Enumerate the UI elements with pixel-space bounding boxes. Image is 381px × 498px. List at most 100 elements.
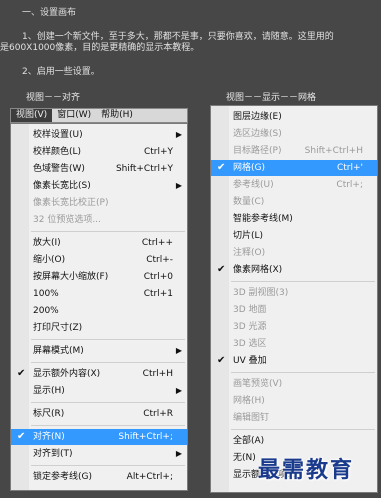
menu-separator bbox=[31, 402, 185, 403]
view-menu-item-14[interactable]: 显示(H) ▶ bbox=[11, 383, 187, 399]
menu-separator bbox=[31, 362, 185, 363]
show-menu-item-2: 目标路径(P) Shift+Ctrl+H bbox=[211, 143, 377, 159]
view-menu-item-6[interactable]: 放大(I) Ctrl++ bbox=[11, 235, 187, 251]
show-menu-item-6[interactable]: 智能参考线(M) bbox=[211, 211, 377, 227]
menu-item-shortcut: Shift+Ctrl+H bbox=[304, 146, 363, 156]
menu-window[interactable]: 窗口(W) bbox=[52, 109, 96, 122]
show-menu-item-16: 网格(H) bbox=[211, 393, 377, 409]
view-menu-item-13[interactable]: ✔ 显示额外内容(X) Ctrl+H bbox=[11, 366, 187, 382]
menu-item-label: 3D 地面 bbox=[233, 305, 267, 315]
show-menu-item-13: 3D 选区 bbox=[211, 336, 377, 352]
menu-separator bbox=[231, 429, 375, 430]
show-menu-item-11: 3D 地面 bbox=[211, 302, 377, 318]
menu-separator bbox=[231, 372, 375, 373]
menu-item-label: UV 叠加 bbox=[233, 356, 267, 366]
menu-item-label: 校样颜色(L) bbox=[33, 147, 82, 157]
menu-item-label: 200% bbox=[33, 306, 59, 316]
menu-item-shortcut: Ctrl+' bbox=[336, 163, 363, 173]
menu-item-label: 打印尺寸(Z) bbox=[33, 323, 83, 333]
menu-item-shortcut: Ctrl++ bbox=[141, 238, 173, 248]
menu-separator bbox=[31, 465, 185, 466]
show-menu-item-18[interactable]: 全部(A) bbox=[211, 433, 377, 449]
show-menu-item-1: 选区边缘(S) bbox=[211, 126, 377, 142]
view-menu-item-17[interactable]: 对齐到(T) ▶ bbox=[11, 446, 187, 462]
view-menu-item-1[interactable]: 校样颜色(L) Ctrl+Y bbox=[11, 144, 187, 160]
show-menu-item-4: 参考线(U) Ctrl+; bbox=[211, 177, 377, 193]
view-menu-item-9[interactable]: 100% Ctrl+1 bbox=[11, 286, 187, 302]
view-menu-item-4: 像素长宽比校正(P) bbox=[11, 195, 187, 211]
submenu-arrow-icon: ▶ bbox=[175, 346, 182, 355]
show-menu-item-9[interactable]: ✔ 像素网格(X) bbox=[211, 262, 377, 278]
show-menu-item-5: 数量(C) bbox=[211, 194, 377, 210]
menu-item-label: 3D 副视图(3) bbox=[233, 288, 289, 298]
menu-item-label: 按屏幕大小缩放(F) bbox=[33, 272, 109, 282]
menu-separator bbox=[231, 281, 375, 282]
menu-item-label: 32 位预览选项... bbox=[33, 215, 101, 225]
menu-item-label: 屏幕模式(M) bbox=[33, 346, 84, 356]
menu-item-shortcut: Shift+Ctrl+Y bbox=[115, 164, 173, 174]
menu-separator bbox=[31, 339, 185, 340]
view-menu-item-11[interactable]: 打印尺寸(Z) bbox=[11, 320, 187, 336]
show-menu-item-0[interactable]: 图层边缘(E) bbox=[211, 109, 377, 125]
menu-item-label: 注释(O) bbox=[233, 248, 266, 258]
menu-item-label: 切片(L) bbox=[233, 231, 264, 241]
menu-item-label: 对齐(N) bbox=[33, 432, 65, 442]
menu-item-label: 画笔预览(V) bbox=[233, 379, 283, 389]
menu-item-shortcut: Ctrl+1 bbox=[143, 289, 173, 299]
menu-item-label: 100% bbox=[33, 289, 59, 299]
checkmark-icon: ✔ bbox=[17, 368, 26, 379]
step1-text-line2: 是600X1000像素，目的是更精确的显示本教程。 bbox=[0, 43, 200, 53]
menu-item-label: 3D 光源 bbox=[233, 322, 267, 332]
show-menu-item-10: 3D 副视图(3) bbox=[211, 285, 377, 301]
view-menu-item-8[interactable]: 按屏幕大小缩放(F) Ctrl+0 bbox=[11, 269, 187, 285]
menu-item-shortcut: Ctrl+Y bbox=[143, 147, 173, 157]
show-menu-item-3[interactable]: ✔ 网格(G) Ctrl+' bbox=[211, 160, 377, 176]
menu-item-label: 全部(A) bbox=[233, 436, 265, 446]
show-menu-item-7[interactable]: 切片(L) bbox=[211, 228, 377, 244]
menu-item-label: 显示额外内容(X) bbox=[33, 369, 101, 379]
menu-item-label: 色域警告(W) bbox=[33, 164, 85, 174]
checkmark-icon: ✔ bbox=[17, 431, 26, 442]
menu-item-shortcut: Ctrl+H bbox=[142, 369, 173, 379]
menu-view[interactable]: 视图(V) bbox=[11, 109, 53, 122]
show-menu-item-14[interactable]: ✔ UV 叠加 bbox=[211, 353, 377, 369]
submenu-arrow-icon: ▶ bbox=[175, 386, 182, 395]
menu-item-shortcut: Ctrl+0 bbox=[143, 272, 173, 282]
submenu-arrow-icon: ▶ bbox=[175, 181, 182, 190]
left-heading: 视图－－对齐 bbox=[26, 93, 81, 103]
menu-item-shortcut: Alt+Ctrl+; bbox=[126, 472, 173, 482]
step1-title: 一、设置画布 bbox=[22, 8, 77, 18]
show-menu-item-12: 3D 光源 bbox=[211, 319, 377, 335]
menu-item-label: 无(N) bbox=[233, 453, 256, 463]
show-menu-item-17: 编辑图钉 bbox=[211, 410, 377, 426]
menu-help[interactable]: 帮助(H) bbox=[96, 109, 138, 122]
menu-separator bbox=[31, 425, 185, 426]
menu-item-label: 对齐到(T) bbox=[33, 449, 73, 459]
menu-separator bbox=[31, 231, 185, 232]
view-menu-item-7[interactable]: 缩小(O) Ctrl+- bbox=[11, 252, 187, 268]
view-menu-item-10[interactable]: 200% bbox=[11, 303, 187, 319]
menu-item-label: 编辑图钉 bbox=[233, 413, 270, 423]
show-menu-item-15: 画笔预览(V) bbox=[211, 376, 377, 392]
menu-item-label: 校样设置(U) bbox=[33, 130, 83, 140]
view-menu-dropdown: 校样设置(U) ▶ 校样颜色(L) Ctrl+Y 色域警告(W) Shift+Ctrl+Y… bbox=[10, 123, 188, 491]
menu-item-label: 智能参考线(M) bbox=[233, 214, 293, 224]
view-menu-item-3[interactable]: 像素长宽比(S) ▶ bbox=[11, 178, 187, 194]
menu-item-label: 目标路径(P) bbox=[233, 146, 282, 156]
menu-item-label: 像素长宽比校正(P) bbox=[33, 198, 109, 208]
view-menu-item-16[interactable]: ✔ 对齐(N) Shift+Ctrl+; bbox=[11, 429, 187, 445]
right-heading: 视图－－显示－－网格 bbox=[226, 93, 317, 103]
menu-item-shortcut: Ctrl+R bbox=[143, 409, 173, 419]
submenu-arrow-icon: ▶ bbox=[175, 449, 182, 458]
view-menu-item-0[interactable]: 校样设置(U) ▶ bbox=[11, 127, 187, 143]
menu-item-label: 缩小(O) bbox=[33, 255, 66, 265]
show-submenu: 图层边缘(E) 选区边缘(S) 目标路径(P) Shift+Ctrl+H ✔ 网格(G) C… bbox=[210, 105, 378, 493]
view-menu-item-15[interactable]: 标尺(R) Ctrl+R bbox=[11, 406, 187, 422]
view-menu-item-2[interactable]: 色域警告(W) Shift+Ctrl+Y bbox=[11, 161, 187, 177]
step1-text-line1: 1、创建一个新文件，至于多大，那都不是事，只要你喜欢，请随意。这里用的 bbox=[22, 32, 334, 42]
view-menu-item-12[interactable]: 屏幕模式(M) ▶ bbox=[11, 343, 187, 359]
checkmark-icon: ✔ bbox=[217, 355, 226, 366]
menu-item-label: 像素网格(X) bbox=[233, 265, 283, 275]
menu-item-label: 网格(H) bbox=[233, 396, 265, 406]
view-menu-item-18[interactable]: 锁定参考线(G) Alt+Ctrl+; bbox=[11, 469, 187, 485]
